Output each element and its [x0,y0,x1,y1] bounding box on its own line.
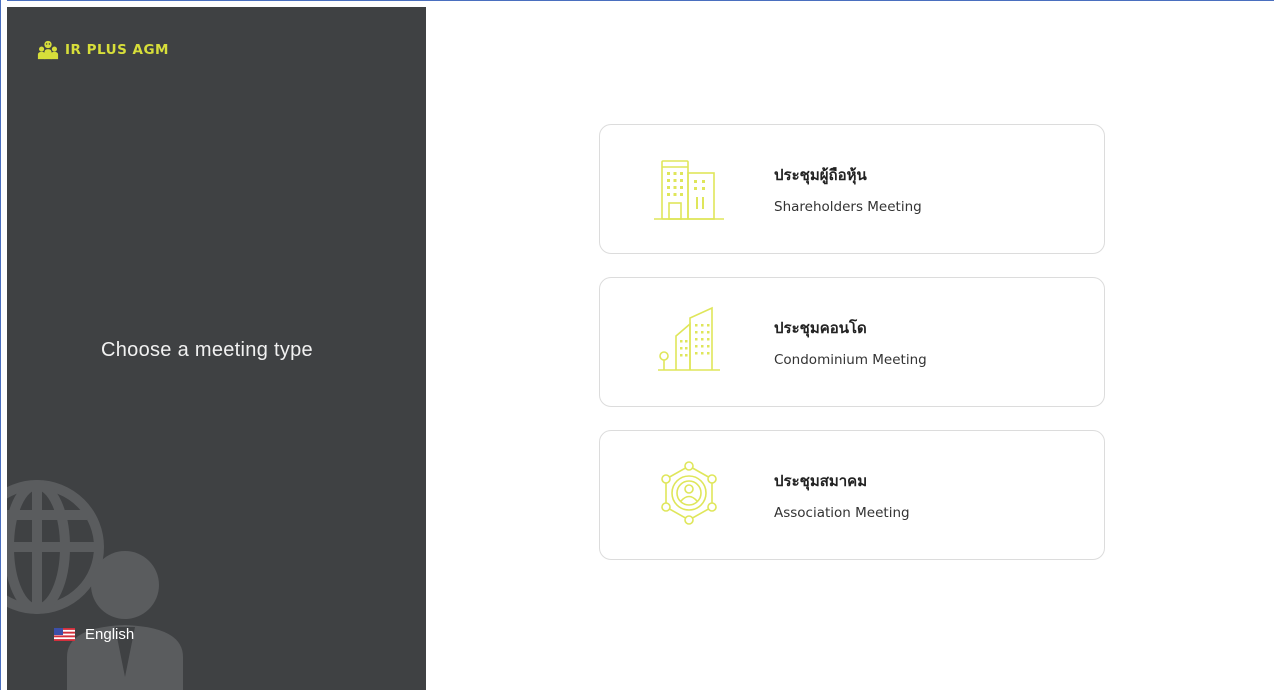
brand-logo[interactable]: IR PLUS AGM [37,39,169,61]
office-building-icon [654,160,724,220]
globe-person-illustration [7,480,183,690]
condominium-icon [658,306,720,371]
language-selector[interactable]: English [54,626,134,643]
window-frame-left [0,0,7,690]
card-title: ประชุมผู้ถือหุ้น [774,166,867,184]
people-group-icon [37,40,59,60]
page-title: Choose a meeting type [101,339,313,361]
card-subtitle: Condominium Meeting [774,352,927,368]
sidebar: IR PLUS AGM Choose a meeting type Englis… [7,7,426,690]
card-title: ประชุมสมาคม [774,472,868,490]
card-title: ประชุมคอนโด [774,319,867,337]
meeting-card-association[interactable]: ประชุมสมาคม Association Meeting [599,430,1105,560]
card-subtitle: Shareholders Meeting [774,199,922,215]
card-text: ประชุมผู้ถือหุ้น Shareholders Meeting [774,163,922,215]
window-frame-top [0,0,1274,7]
us-flag-icon [54,628,75,641]
card-subtitle: Association Meeting [774,505,910,521]
card-text: ประชุมสมาคม Association Meeting [774,469,910,521]
card-text: ประชุมคอนโด Condominium Meeting [774,316,927,368]
meeting-card-condominium[interactable]: ประชุมคอนโด Condominium Meeting [599,277,1105,407]
meeting-card-shareholders[interactable]: ประชุมผู้ถือหุ้น Shareholders Meeting [599,124,1105,254]
brand-name: IR PLUS AGM [65,42,169,58]
language-label: English [85,626,135,643]
association-network-icon [661,461,717,525]
